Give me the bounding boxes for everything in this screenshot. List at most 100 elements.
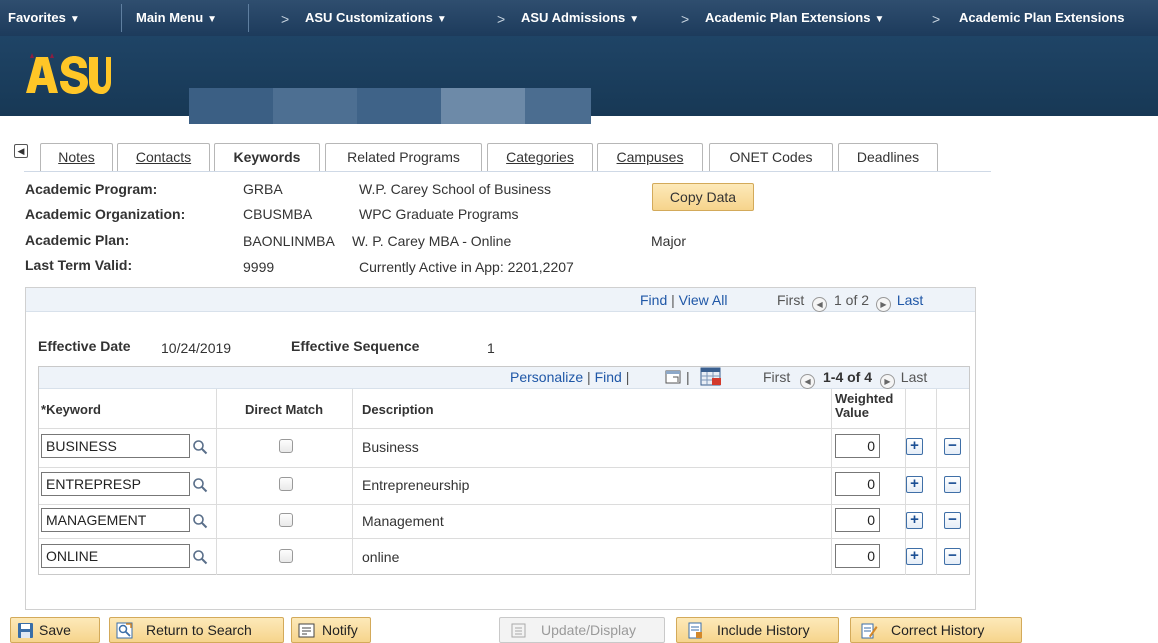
keyword-input[interactable]: BUSINESS <box>41 434 190 458</box>
include-history-button[interactable]: Include History <box>676 617 839 643</box>
caret-down-icon: ▼ <box>436 14 447 25</box>
keyword-description: Management <box>362 513 444 529</box>
add-row-button[interactable]: + <box>906 548 923 565</box>
caret-down-icon: ▼ <box>207 14 218 25</box>
direct-match-checkbox[interactable] <box>279 477 293 491</box>
return-to-search-button[interactable]: Return to Search <box>109 617 284 643</box>
keyword-description: Entrepreneurship <box>362 477 470 493</box>
caret-down-icon: ▼ <box>69 14 80 25</box>
column-divider <box>936 389 937 575</box>
next-arrow-icon[interactable]: ▶ <box>879 374 895 389</box>
first-label: First <box>777 292 805 308</box>
column-divider <box>352 389 353 575</box>
save-button-label: Save <box>39 622 71 638</box>
lookup-search-icon[interactable] <box>192 477 208 493</box>
download-to-excel-icon[interactable] <box>700 367 722 386</box>
delete-row-button[interactable]: − <box>944 548 961 565</box>
delete-row-button[interactable]: − <box>944 476 961 493</box>
tab-deadlines[interactable]: Deadlines <box>838 143 938 172</box>
effective-sequence-label: Effective Sequence <box>291 338 420 354</box>
academic-plan-description: W. P. Carey MBA - Online <box>352 233 512 249</box>
breadcrumb-asu-customizations[interactable]: ASU Customizations ▼ <box>305 0 447 36</box>
update-display-label: Update/Display <box>541 622 636 638</box>
view-in-new-window-icon[interactable] <box>665 369 683 385</box>
tab-notes[interactable]: Notes <box>40 143 113 172</box>
direct-match-checkbox[interactable] <box>279 549 293 563</box>
academic-organization-label: Academic Organization: <box>25 206 186 222</box>
academic-plan-type: Major <box>651 233 687 249</box>
lookup-search-icon[interactable] <box>192 549 208 565</box>
row-divider <box>39 467 969 468</box>
tab-scroll-left-icon[interactable]: ◀ <box>14 144 28 158</box>
next-arrow-icon[interactable]: ▶ <box>875 297 891 312</box>
weighted-value-input[interactable]: 0 <box>835 434 880 458</box>
breadcrumb-label: ASU Customizations <box>305 10 433 25</box>
keyword-input[interactable]: MANAGEMENT <box>41 508 190 532</box>
tab-label: Campuses <box>616 149 684 165</box>
academic-plan-label: Academic Plan: <box>25 232 130 248</box>
previous-arrow-icon[interactable]: ◀ <box>800 374 816 389</box>
scroll-area-pager: First ◀ 1 of 2 ▶ Last <box>777 292 923 312</box>
include-history-label: Include History <box>717 622 810 638</box>
nav-divider <box>121 4 122 32</box>
effective-date-value: 10/24/2019 <box>161 340 232 356</box>
add-row-button[interactable]: + <box>906 476 923 493</box>
correct-history-button[interactable]: Correct History <box>850 617 1022 643</box>
include-history-icon <box>688 622 702 639</box>
update-display-button[interactable]: Update/Display <box>499 617 665 643</box>
last-label: Last <box>900 369 928 385</box>
weighted-value-input[interactable]: 0 <box>835 544 880 568</box>
row-divider <box>39 504 969 505</box>
first-label: First <box>763 369 791 385</box>
keyword-input[interactable]: ENTREPRESP <box>41 472 190 496</box>
nav-divider <box>248 4 249 32</box>
copy-data-button[interactable]: Copy Data <box>652 183 754 211</box>
main-menu[interactable]: Main Menu ▼ <box>136 0 217 36</box>
tab-keywords[interactable]: Keywords <box>214 143 320 172</box>
grid-find-link[interactable]: Find <box>595 369 622 385</box>
column-divider <box>216 389 217 575</box>
notify-icon <box>298 623 315 638</box>
add-row-button[interactable]: + <box>906 512 923 529</box>
tab-related-programs[interactable]: Related Programs <box>325 143 482 172</box>
direct-match-checkbox[interactable] <box>279 439 293 453</box>
last-term-valid-description: Currently Active in App: 2201,2207 <box>359 259 574 275</box>
last-link[interactable]: Last <box>897 292 923 308</box>
correct-history-label: Correct History <box>891 622 985 638</box>
lookup-search-icon[interactable] <box>192 439 208 455</box>
add-row-button[interactable]: + <box>906 438 923 455</box>
tab-baseline <box>24 171 991 172</box>
separator: | <box>686 369 690 385</box>
tab-campuses[interactable]: Campuses <box>597 143 703 172</box>
header-banner <box>0 36 1158 124</box>
weighted-value-input[interactable]: 0 <box>835 508 880 532</box>
notify-button[interactable]: Notify <box>291 617 371 643</box>
tab-contacts[interactable]: Contacts <box>117 143 210 172</box>
tab-onet-codes[interactable]: ONET Codes <box>709 143 833 172</box>
grid-pager: First ◀ 1-4 of 4 ▶ Last <box>763 369 927 389</box>
find-link[interactable]: Find <box>640 292 667 308</box>
lookup-search-icon[interactable] <box>192 513 208 529</box>
delete-row-button[interactable]: − <box>944 512 961 529</box>
breadcrumb-academic-plan-extensions[interactable]: Academic Plan Extensions ▼ <box>705 0 884 36</box>
delete-row-button[interactable]: − <box>944 438 961 455</box>
tab-categories[interactable]: Categories <box>487 143 593 172</box>
asu-logo[interactable] <box>26 53 111 97</box>
favorites-menu[interactable]: Favorites ▼ <box>8 0 80 36</box>
previous-arrow-icon[interactable]: ◀ <box>812 297 828 312</box>
chevron-right-icon: > <box>281 11 290 27</box>
direct-match-checkbox[interactable] <box>279 513 293 527</box>
tab-label: ONET Codes <box>729 149 813 165</box>
academic-program-code: GRBA <box>243 181 283 197</box>
save-button[interactable]: Save <box>10 617 100 643</box>
weighted-value-input[interactable]: 0 <box>835 472 880 496</box>
chevron-right-icon: > <box>497 11 506 27</box>
breadcrumb-asu-admissions[interactable]: ASU Admissions ▼ <box>521 0 639 36</box>
view-all-link[interactable]: View All <box>679 292 728 308</box>
separator: | <box>625 369 630 385</box>
keyword-input[interactable]: ONLINE <box>41 544 190 568</box>
personalize-link[interactable]: Personalize <box>510 369 583 385</box>
academic-plan-code: BAONLINMBA <box>243 233 335 249</box>
update-display-icon <box>511 623 526 638</box>
academic-organization-code: CBUSMBA <box>243 206 313 222</box>
